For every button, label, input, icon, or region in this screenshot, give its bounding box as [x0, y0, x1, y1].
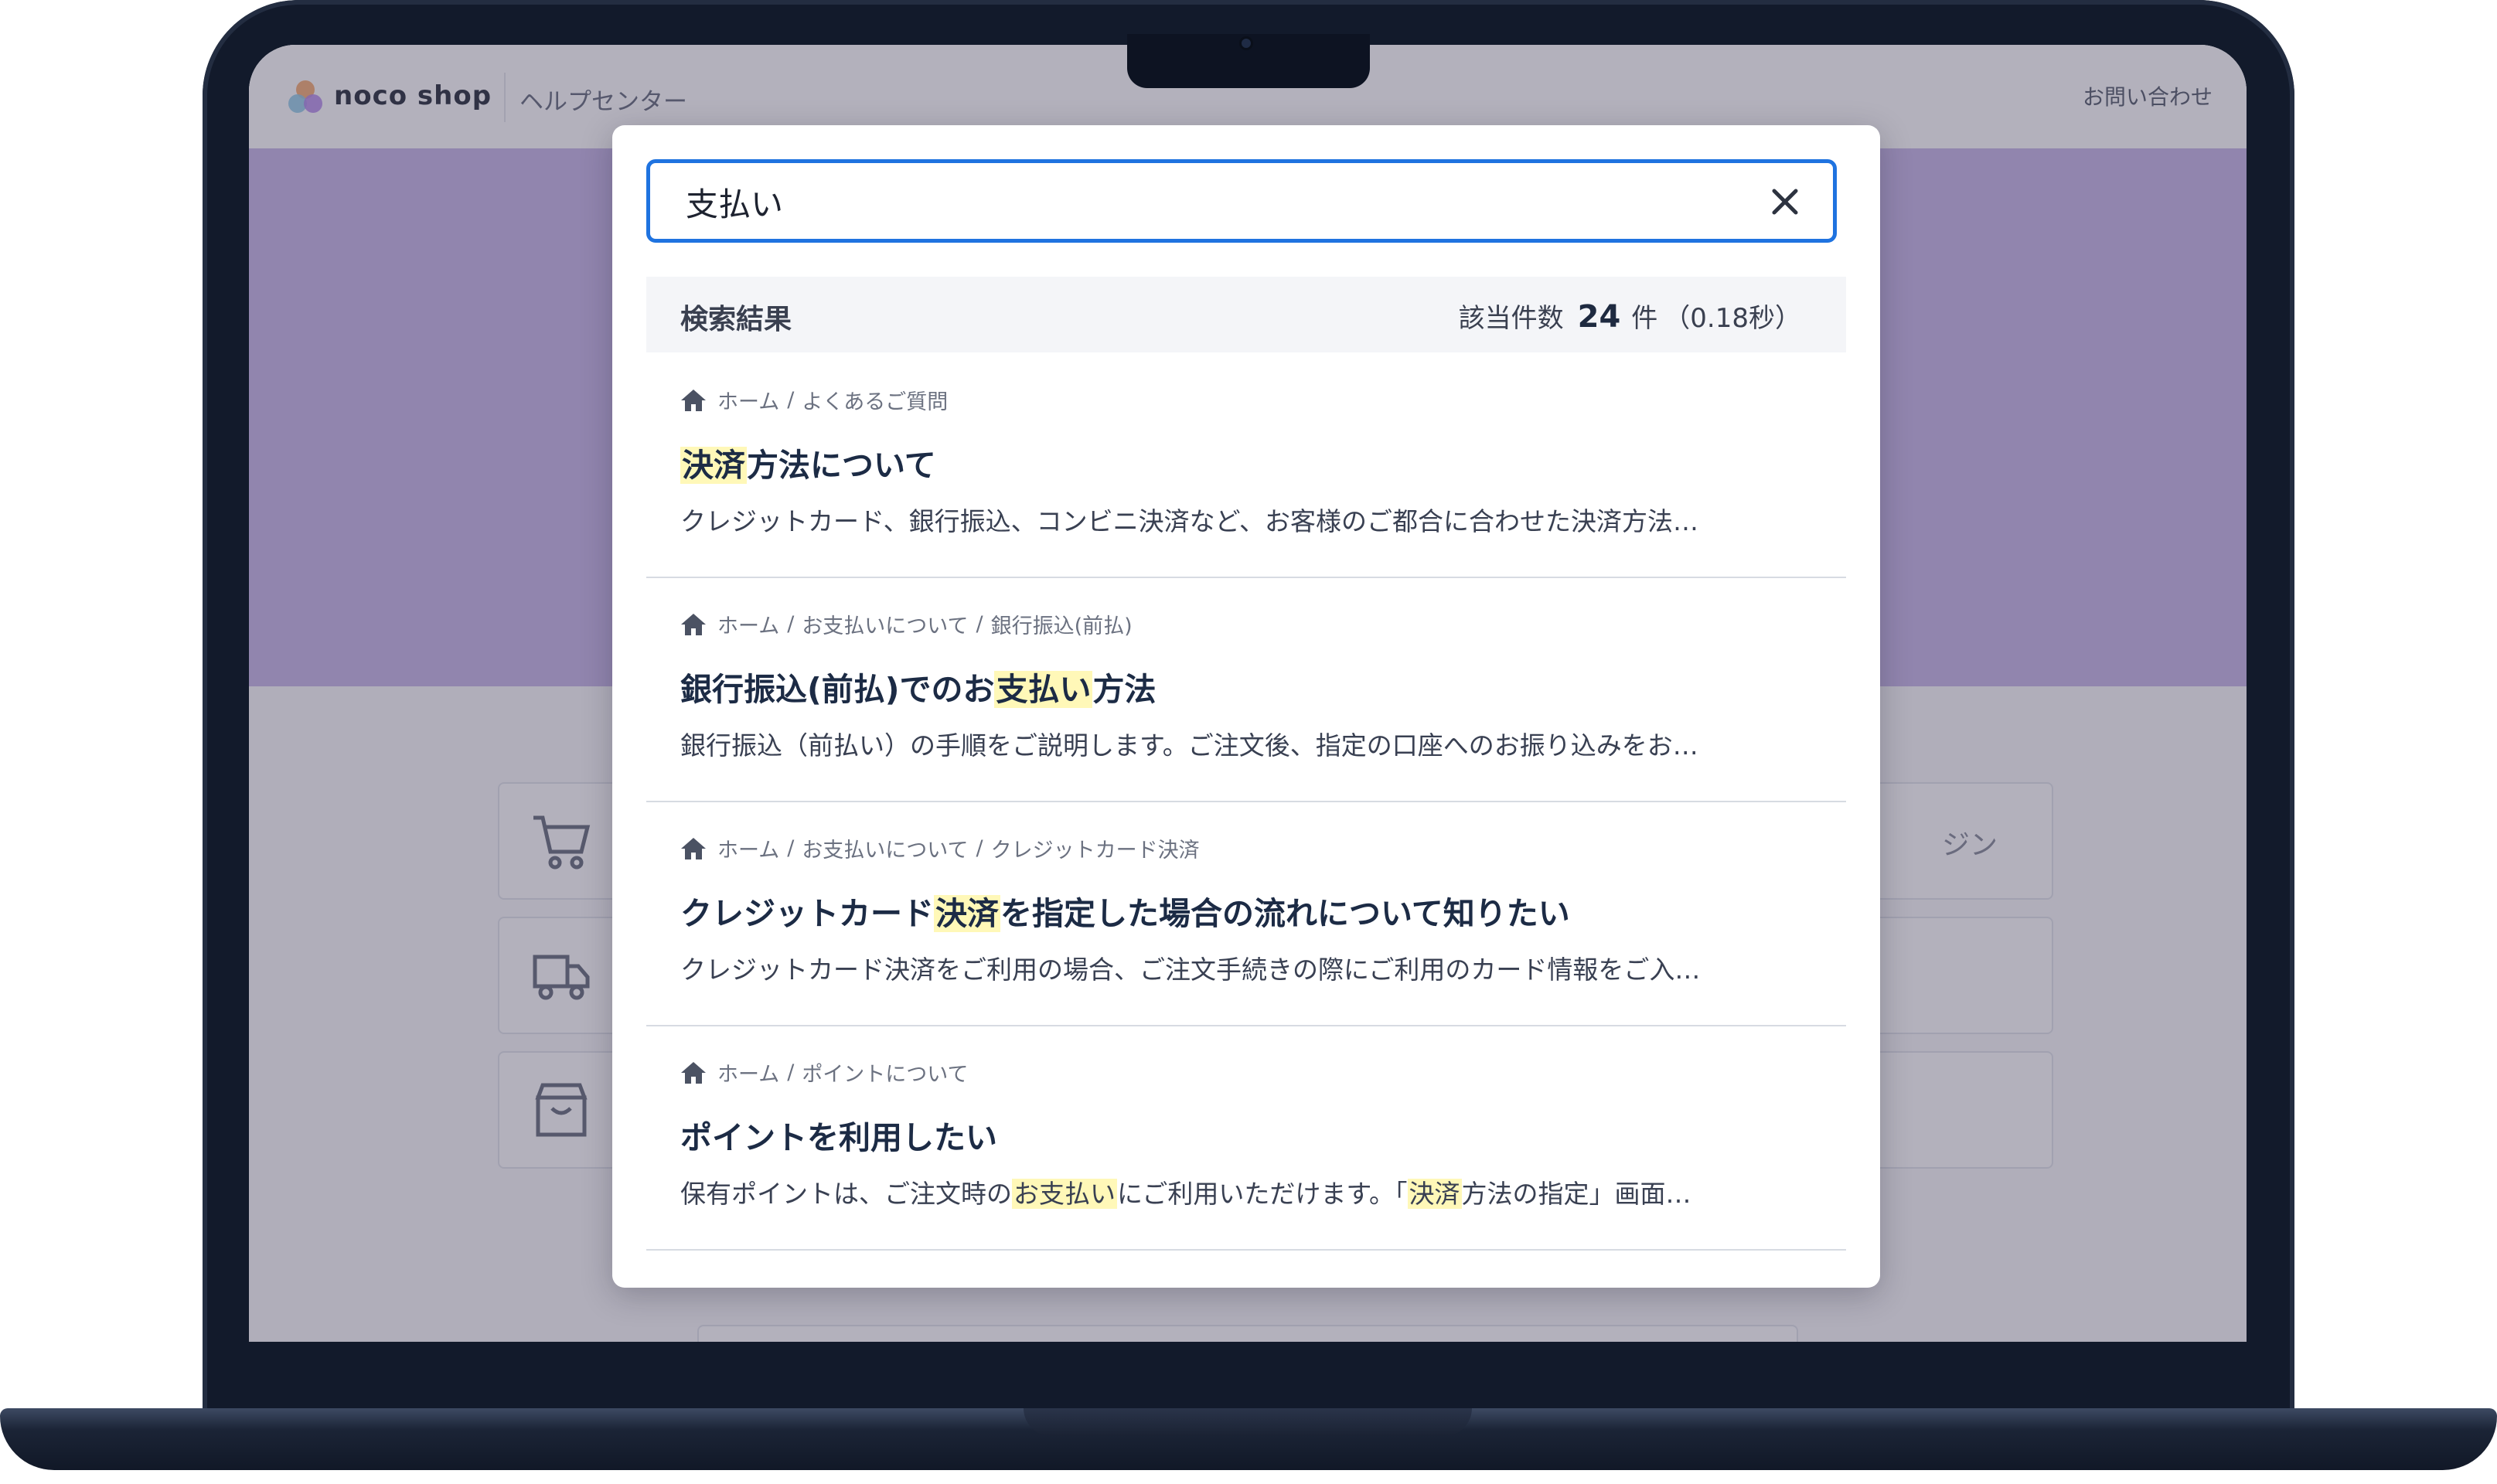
result-title[interactable]: 銀行振込(前払)でのお支払い方法 [680, 663, 1156, 710]
search-modal: 検索結果 該当件数24件（0.18秒） ホーム/よくあるご質問 決済方法について… [612, 125, 1880, 1288]
title-text: ポイントを利用したい [680, 1119, 997, 1156]
snippet-text: 保有ポイントは、ご注文時の [680, 1179, 1012, 1209]
screen: noco shop ヘルプセンター お問い合わせ ジン 支払い 検索結果 該当件… [249, 45, 2247, 1342]
breadcrumb-item[interactable]: ホーム [717, 833, 779, 863]
search-input[interactable] [684, 163, 1731, 240]
search-box [646, 159, 1837, 243]
snippet-text: 方法の指定」画面… [1461, 1179, 1691, 1209]
title-highlight: 決済 [680, 447, 747, 484]
title-text: 銀行振込(前払)でのお [680, 671, 995, 708]
result-title[interactable]: ポイントを利用したい [680, 1111, 997, 1158]
breadcrumb-item[interactable]: ポイントについて [802, 1057, 968, 1087]
title-text: を指定した場合の流れについて知りたい [1000, 895, 1570, 932]
breadcrumb-item[interactable]: お支払いについて [802, 833, 968, 863]
breadcrumb-item[interactable]: ホーム [717, 385, 779, 415]
results-elapsed: （0.18秒） [1664, 303, 1801, 334]
results-count-number: 24 [1577, 299, 1621, 335]
breadcrumb-item[interactable]: クレジットカード決済 [991, 833, 1200, 863]
breadcrumb-item[interactable]: よくあるご質問 [802, 385, 948, 415]
home-icon [681, 389, 706, 411]
results-count: 該当件数 24 件（0.18秒） [1459, 297, 1801, 335]
breadcrumb: ホーム / よくあるご質問 [680, 385, 948, 415]
laptop-base-notch [1024, 1408, 1472, 1436]
breadcrumb-item[interactable]: 銀行振込(前払) [991, 609, 1133, 639]
result-snippet: クレジットカード、銀行振込、コンビニ決済など、お客様のご都合に合わせた決済方法… [680, 506, 1699, 536]
breadcrumb: ホーム / お支払いについて / クレジットカード決済 [680, 833, 1200, 863]
home-icon [681, 837, 706, 859]
result-item[interactable]: ホーム / お支払いについて / 銀行振込(前払) 銀行振込(前払)でのお支払い方法 銀… [646, 577, 1846, 802]
breadcrumb: ホーム / ポイントについて [680, 1057, 969, 1087]
result-item[interactable]: ホーム / よくあるご質問 決済方法について クレジットカード、銀行振込、コンビニ決… [646, 352, 1846, 578]
title-text: クレジットカード [680, 895, 934, 932]
result-item[interactable]: ホーム / ポイントについて ポイントを利用したい 保有ポイントは、ご注文時のお支払… [646, 1025, 1846, 1251]
title-text: 方法 [1092, 671, 1157, 708]
title-text: 方法について [747, 447, 936, 484]
result-snippet: 銀行振込（前払い）の手順をご説明します。ご注文後、指定の口座へのお振り込みをお… [680, 730, 1698, 761]
close-icon[interactable] [1770, 186, 1800, 217]
breadcrumb-item[interactable]: ホーム [717, 1057, 779, 1087]
results-count-unit: 件 [1631, 303, 1658, 334]
snippet-highlight: お支払い [1012, 1179, 1117, 1209]
results-label: 検索結果 [680, 304, 792, 335]
snippet-text: にご利用いただけます。「 [1117, 1179, 1408, 1209]
result-snippet: 保有ポイントは、ご注文時のお支払いにご利用いただけます。「決済方法の指定」画面… [680, 1173, 1691, 1210]
breadcrumb-item[interactable]: お支払いについて [802, 609, 968, 639]
result-snippet: クレジットカード決済をご利用の場合、ご注文手続きの際にご利用のカード情報をご入… [680, 955, 1701, 985]
result-item[interactable]: ホーム / お支払いについて / クレジットカード決済 クレジットカード決済を指定した場… [646, 801, 1846, 1026]
result-title[interactable]: 決済方法について [680, 439, 936, 485]
home-icon [681, 613, 706, 635]
title-highlight: 支払い [994, 671, 1093, 708]
results-count-prefix: 該当件数 [1458, 303, 1564, 334]
title-highlight: 決済 [934, 895, 1000, 932]
snippet-highlight: 決済 [1407, 1179, 1462, 1209]
result-title[interactable]: クレジットカード決済を指定した場合の流れについて知りたい [680, 887, 1570, 934]
home-icon [681, 1061, 706, 1084]
breadcrumb-item[interactable]: ホーム [717, 609, 779, 639]
results-header: 検索結果 該当件数 24 件（0.18秒） [646, 277, 1846, 352]
camera [1242, 39, 1251, 48]
breadcrumb: ホーム / お支払いについて / 銀行振込(前払) [680, 609, 1133, 639]
